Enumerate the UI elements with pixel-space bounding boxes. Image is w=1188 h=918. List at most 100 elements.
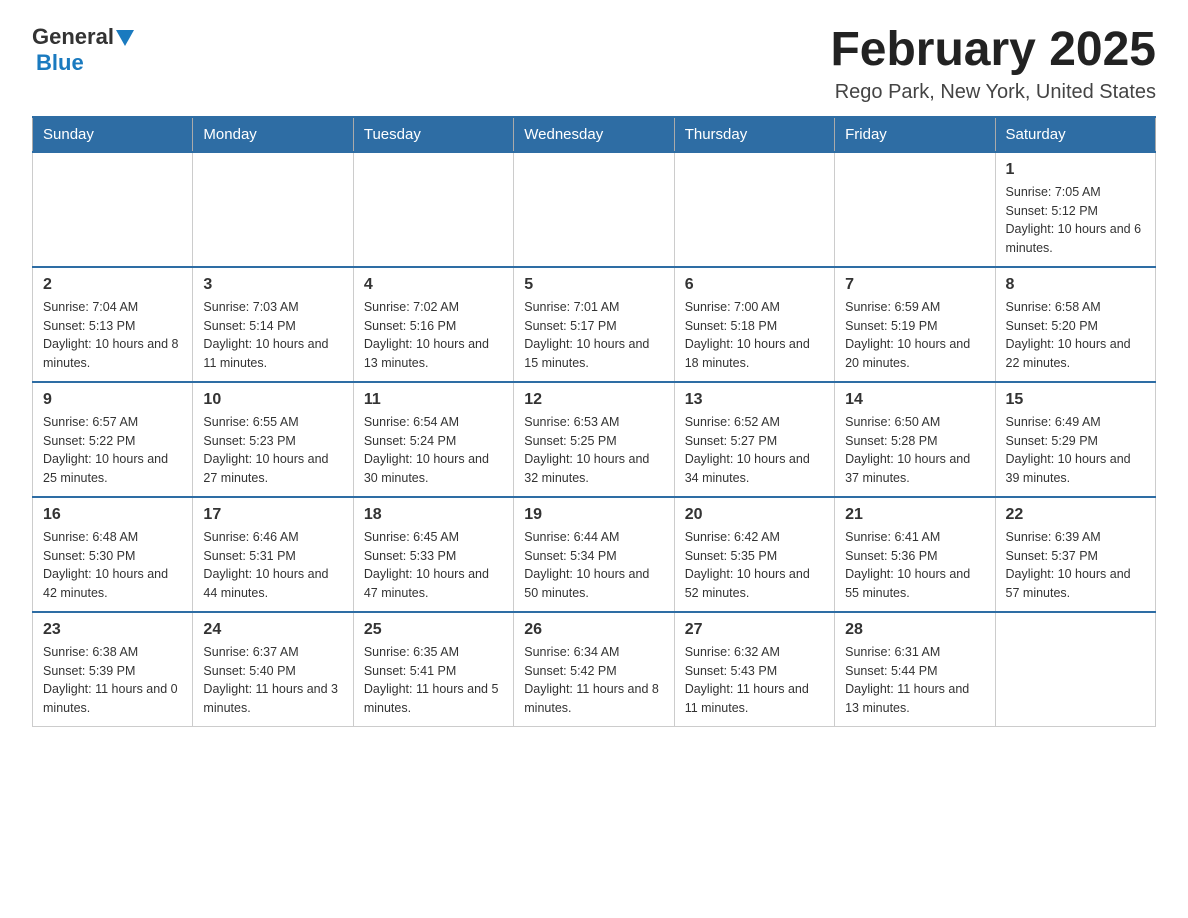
logo-blue-text: Blue [36, 50, 84, 76]
day-info: Sunrise: 6:45 AMSunset: 5:33 PMDaylight:… [364, 528, 503, 603]
day-number: 10 [203, 391, 342, 409]
logo-general-text: General [32, 24, 114, 50]
day-number: 15 [1006, 391, 1145, 409]
calendar-cell [353, 152, 513, 267]
day-number: 19 [524, 506, 663, 524]
calendar-cell: 16 Sunrise: 6:48 AMSunset: 5:30 PMDayligh… [33, 497, 193, 612]
day-info: Sunrise: 6:50 AMSunset: 5:28 PMDaylight:… [845, 413, 984, 488]
day-info: Sunrise: 6:54 AMSunset: 5:24 PMDaylight:… [364, 413, 503, 488]
calendar-cell: 13 Sunrise: 6:52 AMSunset: 5:27 PMDayligh… [674, 382, 834, 497]
day-number: 12 [524, 391, 663, 409]
day-number: 5 [524, 276, 663, 294]
calendar-cell: 7 Sunrise: 6:59 AMSunset: 5:19 PMDaylight… [835, 267, 995, 382]
calendar-cell: 2 Sunrise: 7:04 AMSunset: 5:13 PMDaylight… [33, 267, 193, 382]
calendar-cell: 25 Sunrise: 6:35 AMSunset: 5:41 PMDayligh… [353, 612, 513, 727]
day-number: 16 [43, 506, 182, 524]
day-number: 21 [845, 506, 984, 524]
calendar-cell: 10 Sunrise: 6:55 AMSunset: 5:23 PMDayligh… [193, 382, 353, 497]
calendar-cell: 11 Sunrise: 6:54 AMSunset: 5:24 PMDayligh… [353, 382, 513, 497]
weekday-header-tuesday: Tuesday [353, 117, 513, 152]
calendar-cell: 1Sunrise: 7:05 AMSunset: 5:12 PMDaylight… [995, 152, 1155, 267]
weekday-header-wednesday: Wednesday [514, 117, 674, 152]
day-info: Sunrise: 6:34 AMSunset: 5:42 PMDaylight:… [524, 643, 663, 718]
calendar-cell: 14Sunrise: 6:50 AMSunset: 5:28 PMDayligh… [835, 382, 995, 497]
calendar-cell [193, 152, 353, 267]
day-info: Sunrise: 6:41 AMSunset: 5:36 PMDaylight:… [845, 528, 984, 603]
calendar-cell: 8 Sunrise: 6:58 AMSunset: 5:20 PMDaylight… [995, 267, 1155, 382]
calendar-cell: 4Sunrise: 7:02 AMSunset: 5:16 PMDaylight… [353, 267, 513, 382]
day-info: Sunrise: 6:39 AMSunset: 5:37 PMDaylight:… [1006, 528, 1145, 603]
day-info: Sunrise: 6:57 AMSunset: 5:22 PMDaylight:… [43, 413, 182, 488]
calendar-week-3: 9 Sunrise: 6:57 AMSunset: 5:22 PMDaylight… [33, 382, 1156, 497]
day-number: 27 [685, 621, 824, 639]
day-number: 22 [1006, 506, 1145, 524]
day-info: Sunrise: 6:38 AMSunset: 5:39 PMDaylight:… [43, 643, 182, 718]
calendar-cell [835, 152, 995, 267]
calendar-cell: 18 Sunrise: 6:45 AMSunset: 5:33 PMDayligh… [353, 497, 513, 612]
day-number: 24 [203, 621, 342, 639]
calendar-week-5: 23 Sunrise: 6:38 AMSunset: 5:39 PMDayligh… [33, 612, 1156, 727]
calendar-cell: 20 Sunrise: 6:42 AMSunset: 5:35 PMDayligh… [674, 497, 834, 612]
day-info: Sunrise: 6:59 AMSunset: 5:19 PMDaylight:… [845, 298, 984, 373]
day-info: Sunrise: 7:01 AMSunset: 5:17 PMDaylight:… [524, 298, 663, 373]
calendar-cell: 21 Sunrise: 6:41 AMSunset: 5:36 PMDayligh… [835, 497, 995, 612]
calendar-cell: 17Sunrise: 6:46 AMSunset: 5:31 PMDayligh… [193, 497, 353, 612]
day-number: 28 [845, 621, 984, 639]
day-number: 7 [845, 276, 984, 294]
day-info: Sunrise: 7:00 AMSunset: 5:18 PMDaylight:… [685, 298, 824, 373]
calendar-cell: 3Sunrise: 7:03 AMSunset: 5:14 PMDaylight… [193, 267, 353, 382]
calendar-cell [674, 152, 834, 267]
day-number: 17 [203, 506, 342, 524]
calendar-cell: 15Sunrise: 6:49 AMSunset: 5:29 PMDayligh… [995, 382, 1155, 497]
calendar-cell: 28 Sunrise: 6:31 AMSunset: 5:44 PMDayligh… [835, 612, 995, 727]
calendar-cell: 9 Sunrise: 6:57 AMSunset: 5:22 PMDaylight… [33, 382, 193, 497]
day-number: 20 [685, 506, 824, 524]
day-info: Sunrise: 7:04 AMSunset: 5:13 PMDaylight:… [43, 298, 182, 373]
day-info: Sunrise: 6:58 AMSunset: 5:20 PMDaylight:… [1006, 298, 1145, 373]
calendar-week-1: 1Sunrise: 7:05 AMSunset: 5:12 PMDaylight… [33, 152, 1156, 267]
calendar-cell: 27 Sunrise: 6:32 AMSunset: 5:43 PMDayligh… [674, 612, 834, 727]
calendar-cell: 23 Sunrise: 6:38 AMSunset: 5:39 PMDayligh… [33, 612, 193, 727]
calendar-header-row: SundayMondayTuesdayWednesdayThursdayFrid… [33, 117, 1156, 152]
day-info: Sunrise: 6:32 AMSunset: 5:43 PMDaylight:… [685, 643, 824, 718]
day-info: Sunrise: 6:55 AMSunset: 5:23 PMDaylight:… [203, 413, 342, 488]
weekday-header-sunday: Sunday [33, 117, 193, 152]
calendar-cell: 24 Sunrise: 6:37 AMSunset: 5:40 PMDayligh… [193, 612, 353, 727]
day-number: 11 [364, 391, 503, 409]
day-info: Sunrise: 6:31 AMSunset: 5:44 PMDaylight:… [845, 643, 984, 718]
day-number: 2 [43, 276, 182, 294]
day-info: Sunrise: 6:44 AMSunset: 5:34 PMDaylight:… [524, 528, 663, 603]
day-info: Sunrise: 6:52 AMSunset: 5:27 PMDaylight:… [685, 413, 824, 488]
day-number: 1 [1006, 161, 1145, 179]
day-number: 18 [364, 506, 503, 524]
calendar-cell: 5 Sunrise: 7:01 AMSunset: 5:17 PMDaylight… [514, 267, 674, 382]
calendar-cell: 26 Sunrise: 6:34 AMSunset: 5:42 PMDayligh… [514, 612, 674, 727]
day-info: Sunrise: 6:53 AMSunset: 5:25 PMDaylight:… [524, 413, 663, 488]
calendar-cell: 12 Sunrise: 6:53 AMSunset: 5:25 PMDayligh… [514, 382, 674, 497]
day-number: 8 [1006, 276, 1145, 294]
calendar-cell [995, 612, 1155, 727]
day-info: Sunrise: 6:35 AMSunset: 5:41 PMDaylight:… [364, 643, 503, 718]
weekday-header-saturday: Saturday [995, 117, 1155, 152]
day-info: Sunrise: 6:42 AMSunset: 5:35 PMDaylight:… [685, 528, 824, 603]
day-number: 25 [364, 621, 503, 639]
calendar-cell: 19 Sunrise: 6:44 AMSunset: 5:34 PMDayligh… [514, 497, 674, 612]
month-title: February 2025 [830, 24, 1156, 77]
calendar-cell [33, 152, 193, 267]
calendar-cell [514, 152, 674, 267]
day-info: Sunrise: 7:02 AMSunset: 5:16 PMDaylight:… [364, 298, 503, 373]
day-info: Sunrise: 7:03 AMSunset: 5:14 PMDaylight:… [203, 298, 342, 373]
calendar-week-2: 2 Sunrise: 7:04 AMSunset: 5:13 PMDaylight… [33, 267, 1156, 382]
day-number: 13 [685, 391, 824, 409]
logo: General Blue [32, 24, 134, 76]
calendar-week-4: 16 Sunrise: 6:48 AMSunset: 5:30 PMDayligh… [33, 497, 1156, 612]
weekday-header-friday: Friday [835, 117, 995, 152]
page-header: General Blue February 2025 Rego Park, Ne… [32, 24, 1156, 104]
day-info: Sunrise: 6:37 AMSunset: 5:40 PMDaylight:… [203, 643, 342, 718]
day-number: 26 [524, 621, 663, 639]
calendar-cell: 22 Sunrise: 6:39 AMSunset: 5:37 PMDayligh… [995, 497, 1155, 612]
day-number: 23 [43, 621, 182, 639]
day-info: Sunrise: 6:48 AMSunset: 5:30 PMDaylight:… [43, 528, 182, 603]
calendar-cell: 6Sunrise: 7:00 AMSunset: 5:18 PMDaylight… [674, 267, 834, 382]
day-number: 9 [43, 391, 182, 409]
